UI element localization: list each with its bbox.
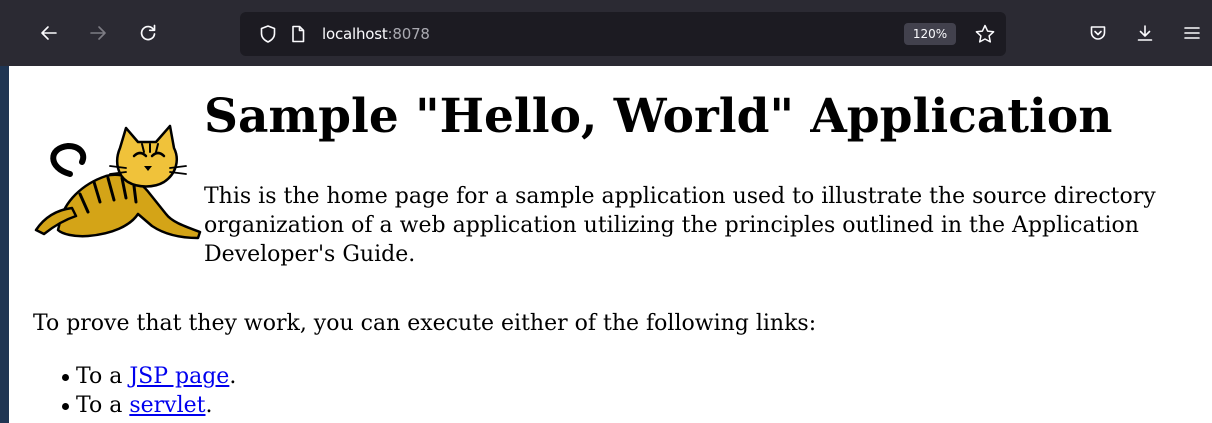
- servlet-link[interactable]: servlet: [129, 393, 205, 418]
- intro-paragraph: This is the home page for a sample appli…: [204, 184, 1156, 267]
- back-arrow-icon[interactable]: [38, 22, 60, 44]
- list-item: To a servlet.: [61, 391, 236, 420]
- download-icon[interactable]: [1134, 22, 1156, 44]
- instructions-text: To prove that they work, you can execute…: [33, 311, 817, 336]
- pocket-icon[interactable]: [1087, 22, 1109, 44]
- url-host: localhost: [322, 25, 388, 43]
- jsp-page-link[interactable]: JSP page: [129, 364, 229, 389]
- page-icon[interactable]: [288, 24, 308, 44]
- page-title: Sample "Hello, World" Application: [204, 89, 1113, 144]
- tomcat-logo: [34, 122, 202, 246]
- list-item-suffix: .: [205, 393, 213, 418]
- url-port: :8078: [387, 25, 430, 43]
- url-text[interactable]: localhost:8078: [322, 23, 430, 45]
- shield-icon[interactable]: [258, 24, 278, 44]
- list-item-suffix: .: [229, 364, 237, 389]
- zoom-level-button[interactable]: 120%: [904, 23, 956, 45]
- list-item-prefix: To a: [76, 364, 130, 389]
- menu-icon[interactable]: [1181, 22, 1203, 44]
- forward-arrow-icon[interactable]: [87, 22, 109, 44]
- links-list: To a JSP page. To a servlet.: [61, 362, 237, 420]
- reload-icon[interactable]: [137, 22, 159, 44]
- list-item: To a JSP page.: [61, 362, 237, 391]
- list-item-prefix: To a: [76, 393, 130, 418]
- browser-toolbar: localhost:8078 120%: [0, 0, 1212, 66]
- star-icon[interactable]: [974, 23, 996, 45]
- page-left-border: [0, 66, 9, 423]
- address-bar[interactable]: localhost:8078 120%: [240, 12, 1006, 56]
